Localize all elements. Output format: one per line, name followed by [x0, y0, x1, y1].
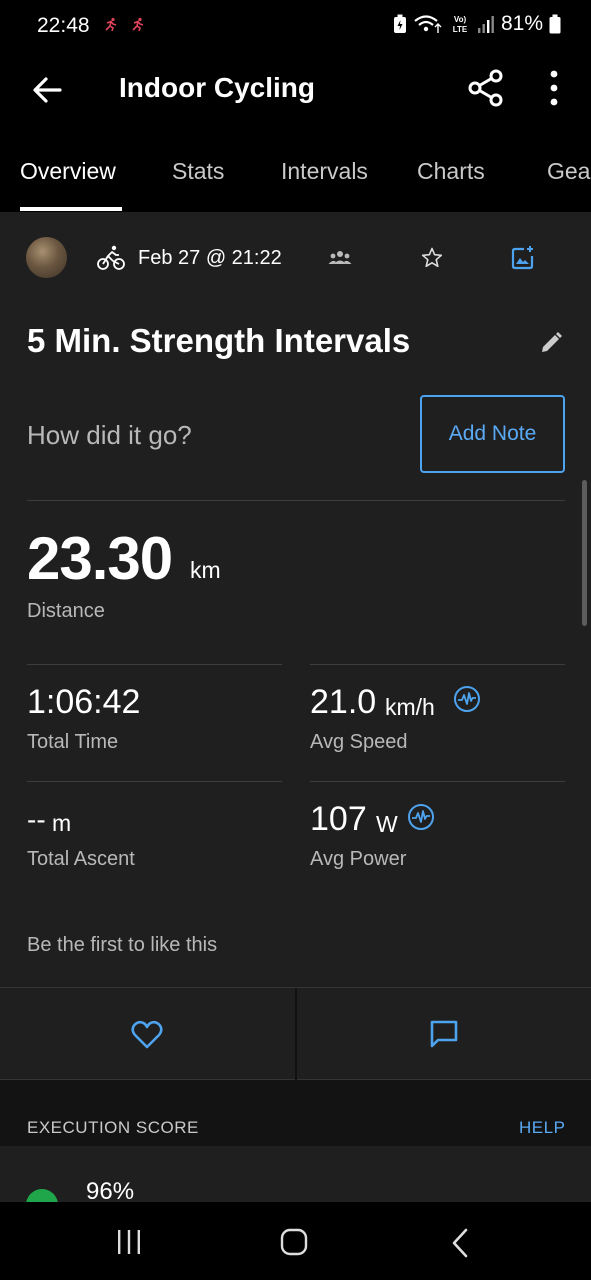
avg-power-unit: W	[376, 811, 398, 837]
divider	[27, 664, 282, 665]
favorite-star-icon[interactable]	[420, 246, 444, 270]
overview-content: Feb 27 @ 21:22 5 Min. Strength Intervals…	[0, 212, 591, 1202]
divider	[310, 781, 565, 782]
recent-apps-icon[interactable]	[115, 1229, 143, 1255]
execution-score-value: 96%	[86, 1178, 135, 1202]
tab-overview[interactable]: Overview	[20, 158, 116, 185]
more-vertical-icon[interactable]	[540, 66, 568, 110]
active-tab-indicator	[20, 207, 122, 211]
total-time-label: Total Time	[27, 731, 119, 753]
distance-unit: km	[190, 557, 221, 583]
help-link[interactable]: HELP	[519, 1118, 565, 1138]
distance-label: Distance	[27, 600, 105, 622]
svg-text:Vo): Vo)	[454, 15, 467, 24]
tab-intervals[interactable]: Intervals	[281, 158, 368, 185]
volte-icon: Vo) LTE	[453, 15, 468, 34]
avg-speed-label: Avg Speed	[310, 731, 408, 753]
action-separator	[295, 988, 297, 1081]
status-time: 22:48	[37, 14, 90, 37]
add-photo-icon[interactable]	[511, 244, 537, 270]
tab-gear[interactable]: Gea	[547, 158, 590, 185]
battery-percent: 81%	[500, 12, 543, 35]
distance-value: 23.30	[27, 525, 173, 592]
wifi-icon	[414, 15, 442, 33]
battery-icon	[549, 14, 561, 34]
system-nav-bar	[0, 1202, 591, 1280]
scrollbar[interactable]	[582, 480, 587, 626]
comment-icon[interactable]	[428, 1018, 460, 1050]
app-bar: Indoor Cycling	[0, 52, 591, 142]
signal-icon	[477, 16, 494, 33]
total-ascent-unit: m	[52, 810, 72, 836]
edit-pencil-icon[interactable]	[538, 330, 564, 356]
tab-stats[interactable]: Stats	[172, 158, 224, 185]
add-note-button[interactable]: Add Note	[420, 395, 565, 473]
activity-name: 5 Min. Strength Intervals	[27, 322, 411, 359]
total-time-value: 1:06:42	[27, 683, 141, 721]
group-icon[interactable]	[328, 248, 352, 268]
status-icons: Vo) LTE 81%	[393, 12, 561, 36]
like-heart-icon[interactable]	[130, 1018, 164, 1052]
divider	[27, 781, 282, 782]
avatar[interactable]	[26, 237, 67, 278]
svg-text:LTE: LTE	[453, 25, 468, 34]
social-action-bar	[0, 987, 591, 1081]
execution-score-title: EXECUTION SCORE	[27, 1118, 199, 1137]
power-chart-icon[interactable]	[407, 803, 435, 831]
score-indicator-dot	[26, 1189, 58, 1202]
divider	[310, 664, 565, 665]
avg-power-value: 107	[310, 800, 367, 838]
tab-bar: Overview Stats Intervals Charts Gea	[0, 142, 591, 212]
cycling-icon	[97, 245, 125, 270]
back-arrow-icon[interactable]	[28, 70, 68, 110]
avg-power-label: Avg Power	[310, 848, 407, 870]
avg-speed-unit: km/h	[385, 694, 435, 720]
home-icon[interactable]	[280, 1228, 308, 1256]
total-ascent-value: --	[27, 804, 46, 835]
activity-date: Feb 27 @ 21:22	[138, 247, 282, 269]
divider	[27, 500, 565, 501]
back-chevron-icon[interactable]	[448, 1228, 472, 1258]
tab-charts[interactable]: Charts	[417, 158, 485, 185]
avg-speed-value: 21.0	[310, 683, 377, 721]
runner-notification-icon	[105, 17, 117, 31]
total-ascent-label: Total Ascent	[27, 848, 135, 870]
page-title: Indoor Cycling	[119, 72, 315, 103]
how-did-it-go-prompt[interactable]: How did it go?	[27, 420, 192, 451]
status-bar: 22:48 Vo) LTE 81%	[0, 0, 591, 52]
likes-text: Be the first to like this	[27, 934, 218, 956]
heart-rate-chart-icon[interactable]	[453, 685, 481, 713]
share-icon[interactable]	[466, 66, 506, 110]
runner-notification-icon	[132, 17, 144, 31]
battery-saver-icon	[393, 14, 406, 33]
